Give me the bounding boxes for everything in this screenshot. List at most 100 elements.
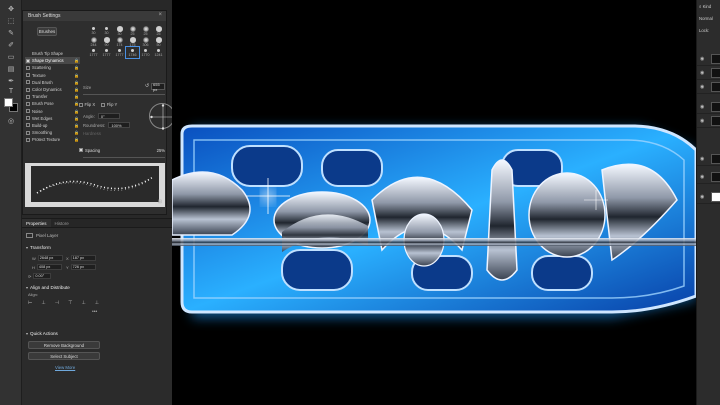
select-subject-button[interactable]: Select Subject [28, 352, 100, 360]
option-scattering[interactable]: Scattering 🔒 [25, 64, 80, 71]
lock-icon[interactable]: 🔒 [74, 65, 79, 70]
layer-row[interactable]: ◉ [697, 52, 720, 66]
close-icon[interactable]: × [158, 12, 162, 18]
view-more-link[interactable]: View More [55, 365, 75, 370]
spacing-checkbox[interactable] [79, 148, 83, 152]
tab-history[interactable]: Histore [51, 219, 73, 227]
eye-icon[interactable]: ◉ [700, 194, 704, 200]
brush-tip[interactable]: 30 [113, 25, 126, 36]
type-icon[interactable]: T [3, 86, 19, 96]
brush-tip[interactable]: 90 [100, 36, 113, 47]
roundness-input[interactable]: 100% [108, 122, 131, 128]
brush-tip[interactable]: 1770 [139, 47, 152, 58]
eye-icon[interactable]: ◉ [700, 118, 704, 124]
lock-icon[interactable]: 🔒 [74, 73, 79, 78]
layer-row[interactable]: ◉ [697, 80, 720, 94]
remove-background-button[interactable]: Remove Background [28, 341, 100, 349]
layer-row[interactable]: ◉ [697, 114, 720, 128]
option-shape-dynamics[interactable]: Shape Dynamics 🔒 [25, 57, 80, 65]
reset-icon[interactable]: ↺ [145, 83, 149, 89]
option-protect-texture[interactable]: Protect Texture 🔒 [25, 136, 80, 143]
lasso-icon[interactable]: ✎ [3, 28, 19, 38]
brush-tip[interactable]: 25 [152, 25, 165, 36]
layer-row[interactable]: ◉ [697, 100, 720, 114]
option-brush-tip-shape[interactable]: Brush Tip Shape [25, 50, 80, 57]
brush-tip[interactable]: 1241 [152, 47, 165, 58]
pen-icon[interactable]: ✒ [3, 76, 19, 86]
checkbox[interactable] [26, 116, 30, 121]
brush-tip[interactable]: 50 [152, 36, 165, 47]
brush-tip[interactable]: 306 [139, 36, 152, 47]
lock-icon[interactable]: 🔒 [74, 87, 79, 92]
option-brush-pose[interactable]: Brush Pose 🔒 [25, 100, 80, 107]
align-section-title[interactable]: ▾ Align and Distribute [26, 285, 70, 290]
spacing-value[interactable]: 25% [149, 148, 165, 153]
lock-icon[interactable]: 🔒 [74, 116, 79, 121]
checkbox[interactable] [26, 137, 30, 142]
align-middle-v-icon[interactable]: ⊥ [81, 300, 85, 306]
lock-icon[interactable]: 🔒 [74, 137, 79, 142]
checkbox[interactable] [26, 80, 30, 85]
option-wet-edges[interactable]: Wet Edges 🔒 [25, 115, 80, 122]
eraser-icon[interactable]: ▭ [3, 52, 19, 62]
checkbox[interactable] [26, 94, 30, 99]
move-icon[interactable]: ✥ [3, 4, 19, 14]
lock-icon[interactable]: 🔒 [74, 58, 79, 63]
new-brush-icon[interactable]: ⊞ [158, 199, 162, 205]
brush-tip[interactable]: 175 [126, 36, 139, 47]
checkbox[interactable] [26, 73, 30, 78]
brush-tip[interactable]: 25 [126, 25, 139, 36]
eye-icon[interactable]: ◉ [700, 84, 704, 90]
eye-icon[interactable]: ◉ [700, 156, 704, 162]
brush-icon[interactable]: ✐ [3, 40, 19, 50]
angle-input[interactable]: 0° [97, 113, 120, 119]
brush-tip-selected[interactable]: 1746 [125, 46, 140, 59]
checkbox[interactable] [26, 109, 30, 114]
lock-icon[interactable]: 🔒 [74, 130, 79, 135]
brushes-button[interactable]: Brushes [37, 27, 57, 36]
brush-tip[interactable]: 1777 [113, 47, 126, 58]
brush-tip[interactable]: 25 [139, 25, 152, 36]
align-center-h-icon[interactable]: ⊥ [41, 300, 45, 306]
spacing-slider[interactable] [83, 157, 165, 158]
layer-row[interactable]: ◉ [697, 190, 720, 204]
align-bottom-icon[interactable]: ⊥ [95, 300, 99, 306]
layer-row[interactable]: ◉ [697, 66, 720, 80]
height-input[interactable]: 408 px [36, 264, 62, 270]
quick-mask-icon[interactable]: ◎ [3, 116, 19, 126]
align-left-icon[interactable]: ⊢ [28, 300, 32, 306]
brush-tip[interactable]: 1777 [100, 47, 113, 58]
size-input[interactable]: 655 px [151, 82, 165, 92]
document-canvas[interactable] [172, 0, 696, 405]
align-right-icon[interactable]: ⊣ [55, 300, 59, 306]
checkbox[interactable] [26, 58, 30, 63]
x-input[interactable]: 187 px [70, 255, 96, 261]
flip-y-checkbox[interactable]: Flip Y [101, 102, 117, 107]
transform-section-title[interactable]: ▾ Transform [26, 245, 51, 250]
option-noise[interactable]: Noise 🔒 [25, 108, 80, 115]
option-color-dynamics[interactable]: Color Dynamics 🔒 [25, 86, 80, 93]
checkbox[interactable] [26, 130, 30, 135]
eye-icon[interactable]: ◉ [700, 174, 704, 180]
layer-row[interactable]: ◉ [697, 152, 720, 166]
option-build-up[interactable]: Build-up 🔒 [25, 122, 80, 129]
checkbox[interactable] [26, 65, 30, 70]
checkbox[interactable] [26, 101, 30, 106]
size-slider[interactable] [83, 94, 165, 95]
checkbox[interactable] [26, 123, 30, 128]
checkbox[interactable] [26, 87, 30, 92]
brush-tip[interactable]: 30 [87, 25, 100, 36]
gradient-icon[interactable]: ▤ [3, 64, 19, 74]
eye-icon[interactable]: ◉ [700, 104, 704, 110]
brush-tip[interactable]: 1777 [87, 47, 100, 58]
tab-properties[interactable]: Properties [22, 219, 51, 227]
lock-icon[interactable]: 🔒 [74, 109, 79, 114]
y-input[interactable]: 726 px [70, 264, 96, 270]
quick-actions-section-title[interactable]: ▾ Quick Actions [26, 331, 58, 336]
width-input[interactable]: 2648 px [37, 255, 63, 261]
lock-icon[interactable]: 🔒 [74, 94, 79, 99]
blend-mode-select[interactable]: Normal [699, 16, 713, 21]
kind-filter[interactable]: ⌕ Kind [699, 4, 711, 9]
brush-tip[interactable]: 174 [113, 36, 126, 47]
rotation-input[interactable]: 0.00° [33, 273, 52, 279]
